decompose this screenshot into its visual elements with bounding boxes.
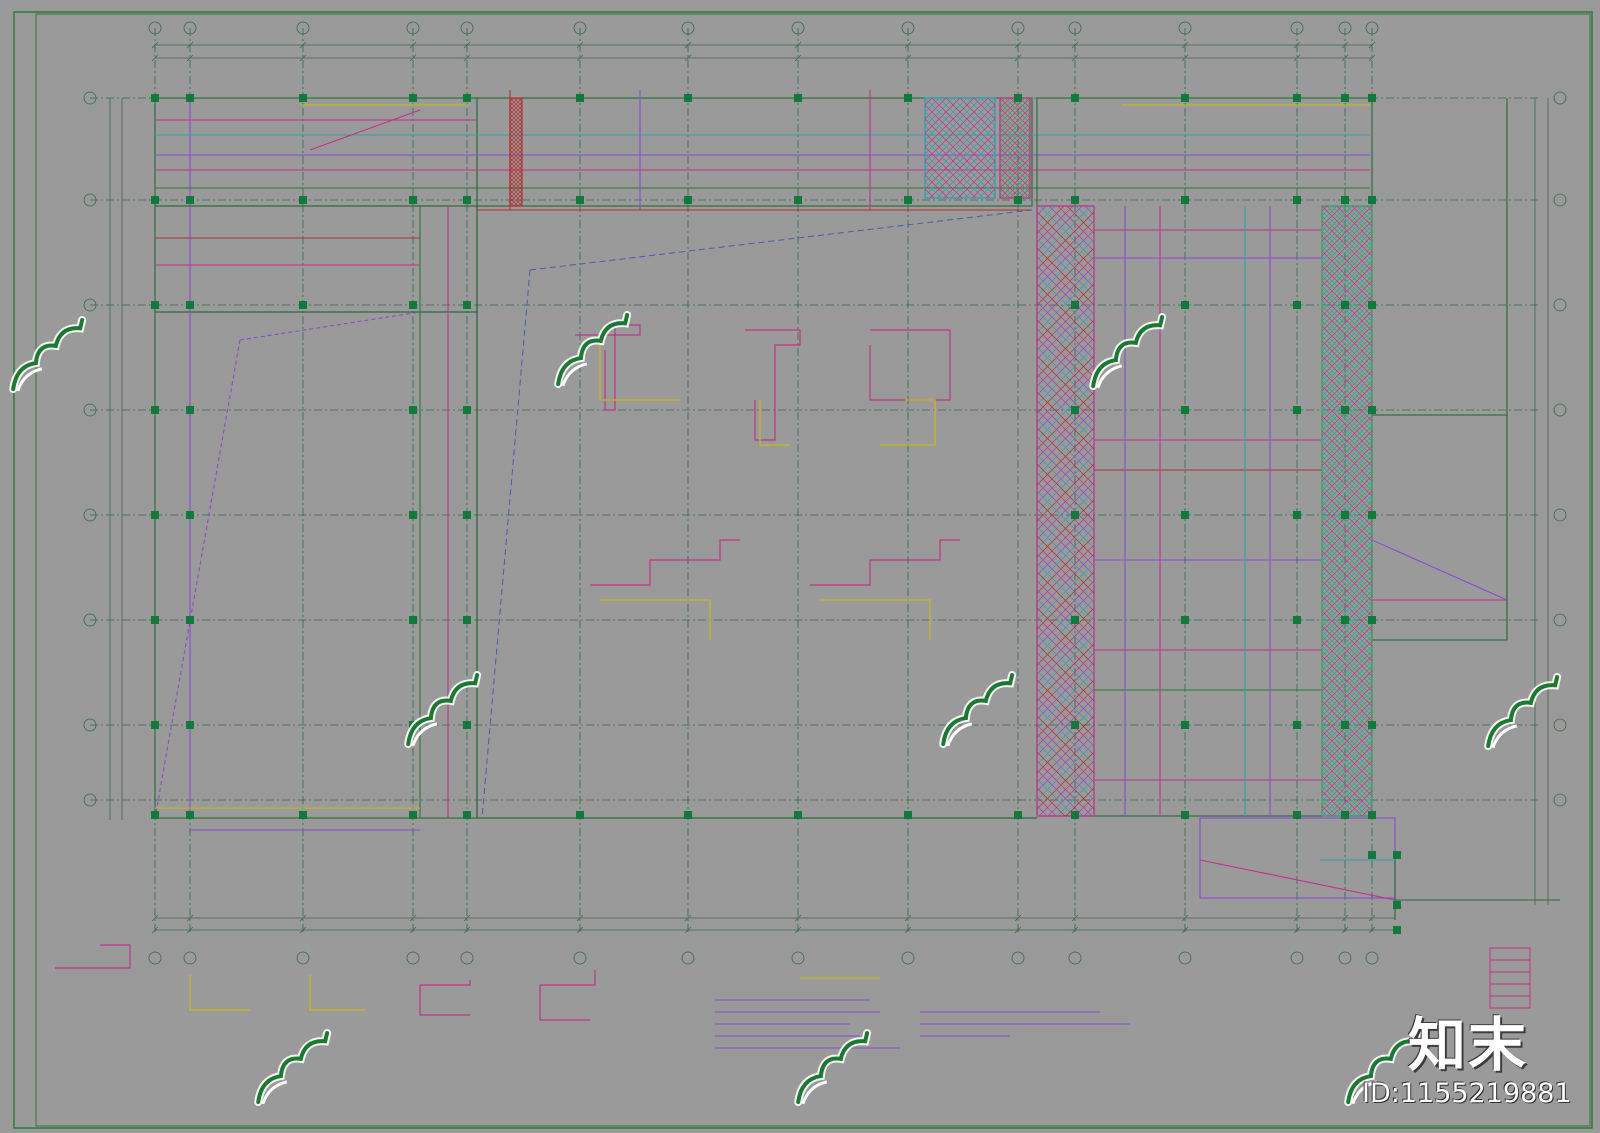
column-marker [1293,406,1301,414]
column-marker [409,406,417,414]
column-marker [794,811,802,819]
column-marker [463,406,471,414]
column-marker [463,196,471,204]
column-marker [1368,511,1376,519]
column-marker [186,616,194,624]
column-marker [409,811,417,819]
column-marker [1341,406,1349,414]
column-marker [1341,616,1349,624]
column-marker [1071,511,1079,519]
column-marker [1368,721,1376,729]
column-marker [463,811,471,819]
column-marker [151,511,159,519]
cad-drawing-sheet: 知末 ID:1155219881 [0,0,1600,1133]
column-marker [904,94,912,102]
column-marker [299,811,307,819]
structural-floor-plan [0,0,1600,1133]
column-marker [299,94,307,102]
column-marker [1014,811,1022,819]
column-marker [1181,511,1189,519]
column-marker [794,94,802,102]
column-marker [1393,926,1401,934]
column-marker [186,721,194,729]
column-marker [684,811,692,819]
column-marker [904,196,912,204]
column-marker [299,196,307,204]
column-marker [409,511,417,519]
column-marker [684,94,692,102]
column-marker [1393,851,1401,859]
column-marker [1071,406,1079,414]
column-marker [1181,196,1189,204]
column-marker [1368,851,1376,859]
column-marker [463,301,471,309]
column-marker [904,811,912,819]
column-marker [409,94,417,102]
watermark-brand: 知末 [1408,1011,1529,1079]
column-marker [1071,811,1079,819]
column-marker [1293,721,1301,729]
column-marker [1014,196,1022,204]
column-marker [1181,94,1189,102]
column-marker [151,811,159,819]
column-marker [794,196,802,204]
column-marker [1071,616,1079,624]
column-marker [1368,94,1376,102]
column-marker [1071,94,1079,102]
column-marker [463,94,471,102]
column-marker [1368,196,1376,204]
column-marker [576,196,584,204]
column-marker [1293,811,1301,819]
column-marker [1181,811,1189,819]
column-marker [1181,721,1189,729]
column-marker [1341,94,1349,102]
column-marker [186,811,194,819]
column-marker [1293,301,1301,309]
column-marker [1293,196,1301,204]
column-marker [1368,406,1376,414]
column-marker [1293,616,1301,624]
column-marker [1181,406,1189,414]
column-marker [186,511,194,519]
column-marker [1071,721,1079,729]
column-marker [684,196,692,204]
column-marker [1341,196,1349,204]
column-marker [1293,511,1301,519]
column-marker [1368,811,1376,819]
column-marker [463,511,471,519]
column-marker [186,196,194,204]
column-marker [151,616,159,624]
column-marker [151,721,159,729]
column-marker [463,721,471,729]
column-marker [409,196,417,204]
column-marker [1368,301,1376,309]
watermark-id: ID:1155219881 [1362,1078,1572,1109]
column-marker [151,94,159,102]
column-marker [409,616,417,624]
column-marker [1181,616,1189,624]
column-marker [186,301,194,309]
column-marker [186,406,194,414]
column-marker [1341,721,1349,729]
column-marker [1368,616,1376,624]
column-marker [1071,301,1079,309]
column-marker [463,616,471,624]
column-marker [1393,901,1401,909]
column-marker [299,301,307,309]
column-marker [1181,301,1189,309]
column-marker [576,811,584,819]
column-marker [186,94,194,102]
column-marker [1014,94,1022,102]
column-marker [1293,94,1301,102]
column-marker [1341,811,1349,819]
column-marker [409,301,417,309]
column-marker [151,301,159,309]
column-marker [151,196,159,204]
column-marker [151,406,159,414]
column-marker [1341,511,1349,519]
column-marker [1071,196,1079,204]
column-marker [576,94,584,102]
column-marker [1341,301,1349,309]
